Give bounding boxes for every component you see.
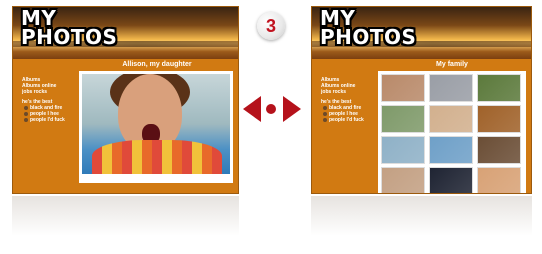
photo-thumbnail[interactable]: [477, 74, 521, 102]
photo-thumbnail[interactable]: [477, 136, 521, 164]
right-reflection: [311, 196, 532, 236]
photo-thumbnail[interactable]: [381, 74, 425, 102]
photo-title: Allison, my daughter: [122, 61, 192, 68]
person-icon: [323, 112, 327, 116]
person-icon: [323, 106, 327, 110]
photo-thumbnail[interactable]: [429, 136, 473, 164]
main-content: My family: [376, 59, 528, 193]
photo-thumbnail[interactable]: [381, 105, 425, 133]
sidebar-nav: Albums Albums online jobs rocks he's the…: [22, 77, 78, 127]
album-title: My family: [436, 61, 468, 68]
photo-frame: [79, 71, 233, 183]
photo-thumbnail[interactable]: [429, 105, 473, 133]
right-screen: MY PHOTOS Albums Albums online jobs rock…: [311, 6, 532, 194]
photo-thumbnail[interactable]: [381, 136, 425, 164]
main-content: Allison, my daughter: [77, 59, 237, 183]
nav-link-jobs-rocks[interactable]: jobs rocks: [321, 89, 377, 95]
arrow-left-icon[interactable]: [243, 96, 261, 122]
nav-link-3[interactable]: people I'd fuck: [24, 117, 78, 123]
person-icon: [323, 118, 327, 122]
left-reflection: [12, 196, 239, 236]
step-number: 3: [265, 15, 276, 36]
site-logo[interactable]: MY PHOTOS: [21, 8, 117, 47]
photo-thumbnail[interactable]: [429, 167, 473, 193]
towel: [92, 140, 222, 174]
left-screen: MY PHOTOS Albums Albums online jobs rock…: [12, 6, 239, 194]
nav-link-3[interactable]: people I'd fuck: [323, 117, 377, 123]
photo-thumbnail[interactable]: [381, 167, 425, 193]
photo-thumbnail[interactable]: [477, 105, 521, 133]
person-icon: [24, 106, 28, 110]
arrow-right-icon[interactable]: [283, 96, 301, 122]
thumbnail-frame: [378, 71, 526, 193]
featured-photo[interactable]: [82, 74, 230, 174]
nav-link-jobs-rocks[interactable]: jobs rocks: [22, 89, 78, 95]
dot-icon: [266, 104, 276, 114]
person-icon: [24, 112, 28, 116]
site-logo[interactable]: MY PHOTOS: [320, 8, 416, 47]
person-icon: [24, 118, 28, 122]
thumbnail-grid: [381, 74, 523, 193]
photo-thumbnail[interactable]: [477, 167, 521, 193]
transition-arrows: [243, 96, 301, 122]
sidebar-nav: Albums Albums online jobs rocks he's the…: [321, 77, 377, 127]
step-badge: 3: [257, 12, 285, 40]
photo-thumbnail[interactable]: [429, 74, 473, 102]
